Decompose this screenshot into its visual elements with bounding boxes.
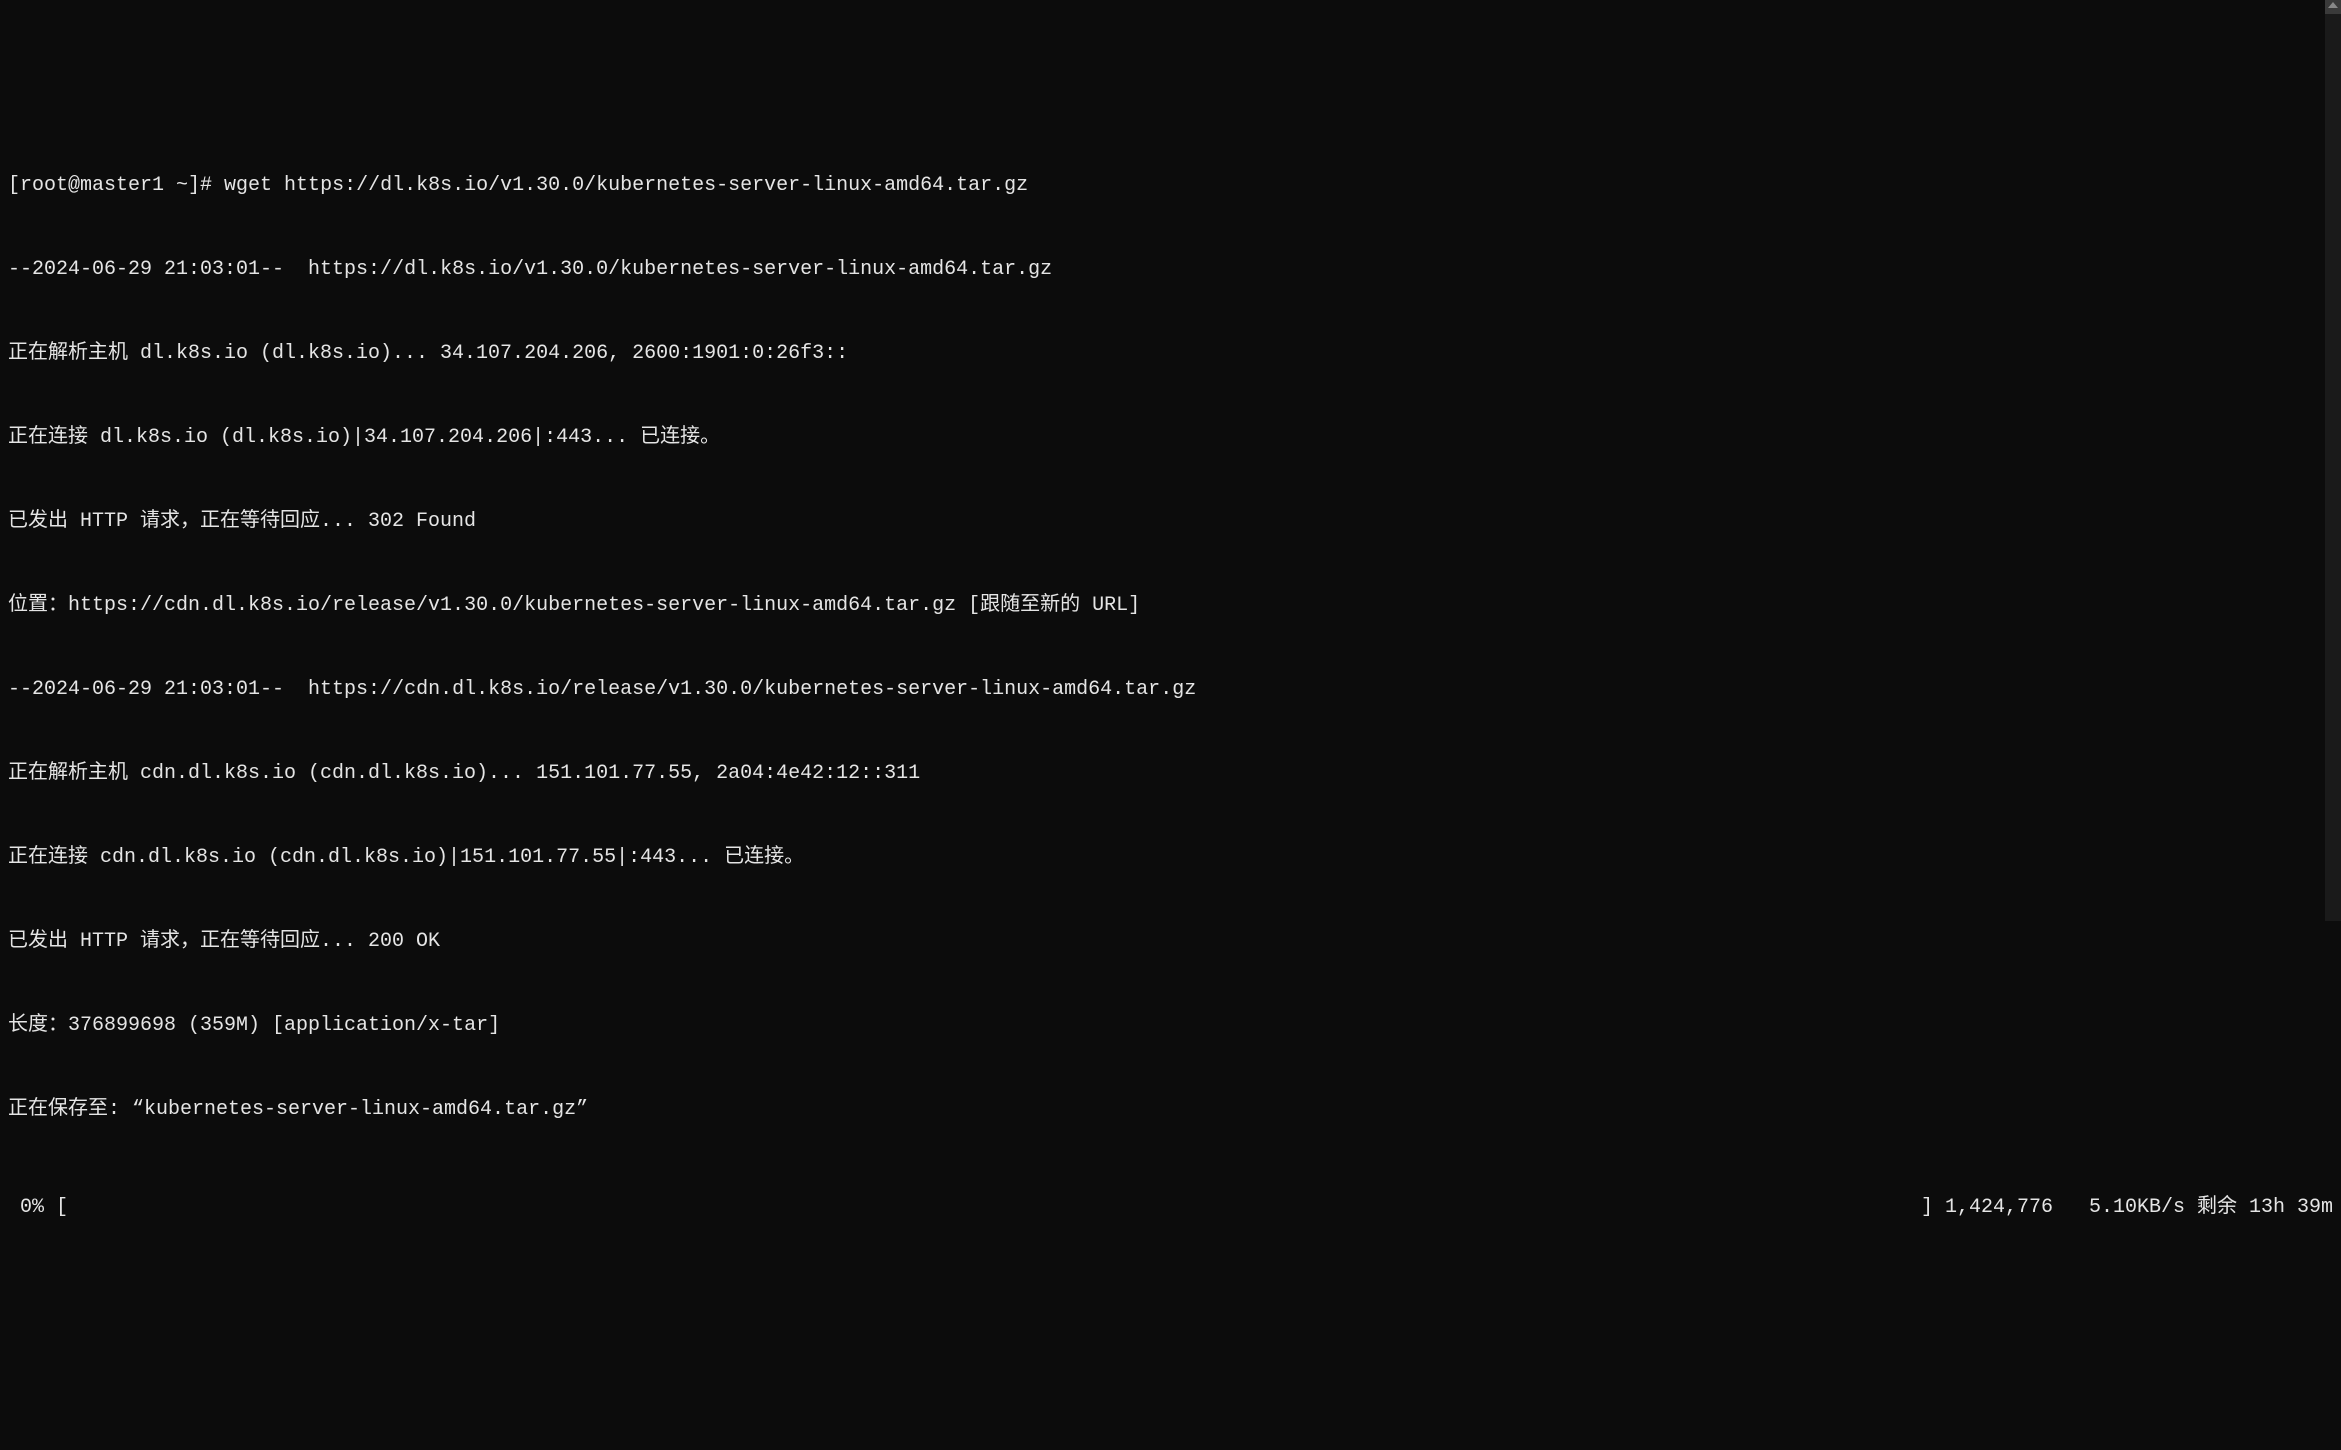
output-line: 正在解析主机 cdn.dl.k8s.io (cdn.dl.k8s.io)... … [8,760,2333,788]
output-line: 正在解析主机 dl.k8s.io (dl.k8s.io)... 34.107.2… [8,340,2333,368]
scroll-arrow-up-icon [2328,2,2338,8]
progress-stats: ] 1,424,776 5.10KB/s 剩余 13h 39m [1921,1194,2333,1222]
output-line: 长度：376899698 (359M) [application/x-tar] [8,1012,2333,1040]
output-line: 位置：https://cdn.dl.k8s.io/release/v1.30.0… [8,592,2333,620]
progress-percent: 0% [ [8,1194,68,1222]
terminal-output[interactable]: [root@master1 ~]# wget https://dl.k8s.io… [8,116,2333,1250]
output-line: 已发出 HTTP 请求，正在等待回应... 200 OK [8,928,2333,956]
output-line: 正在连接 dl.k8s.io (dl.k8s.io)|34.107.204.20… [8,424,2333,452]
output-line: 正在连接 cdn.dl.k8s.io (cdn.dl.k8s.io)|151.1… [8,844,2333,872]
scrollbar[interactable] [2325,0,2341,921]
output-line: --2024-06-29 21:03:01-- https://cdn.dl.k… [8,676,2333,704]
command-text: wget https://dl.k8s.io/v1.30.0/kubernete… [224,174,1028,197]
command-line: [root@master1 ~]# wget https://dl.k8s.io… [8,172,2333,200]
scroll-thumb[interactable] [2325,0,2341,14]
prompt: [root@master1 ~]# [8,174,224,197]
output-line: --2024-06-29 21:03:01-- https://dl.k8s.i… [8,256,2333,284]
output-line: 已发出 HTTP 请求，正在等待回应... 302 Found [8,508,2333,536]
output-line: 正在保存至: “kubernetes-server-linux-amd64.ta… [8,1096,2333,1124]
progress-bar-line: 0% [ ] 1,424,776 5.10KB/s 剩余 13h 39m [8,1194,2333,1222]
